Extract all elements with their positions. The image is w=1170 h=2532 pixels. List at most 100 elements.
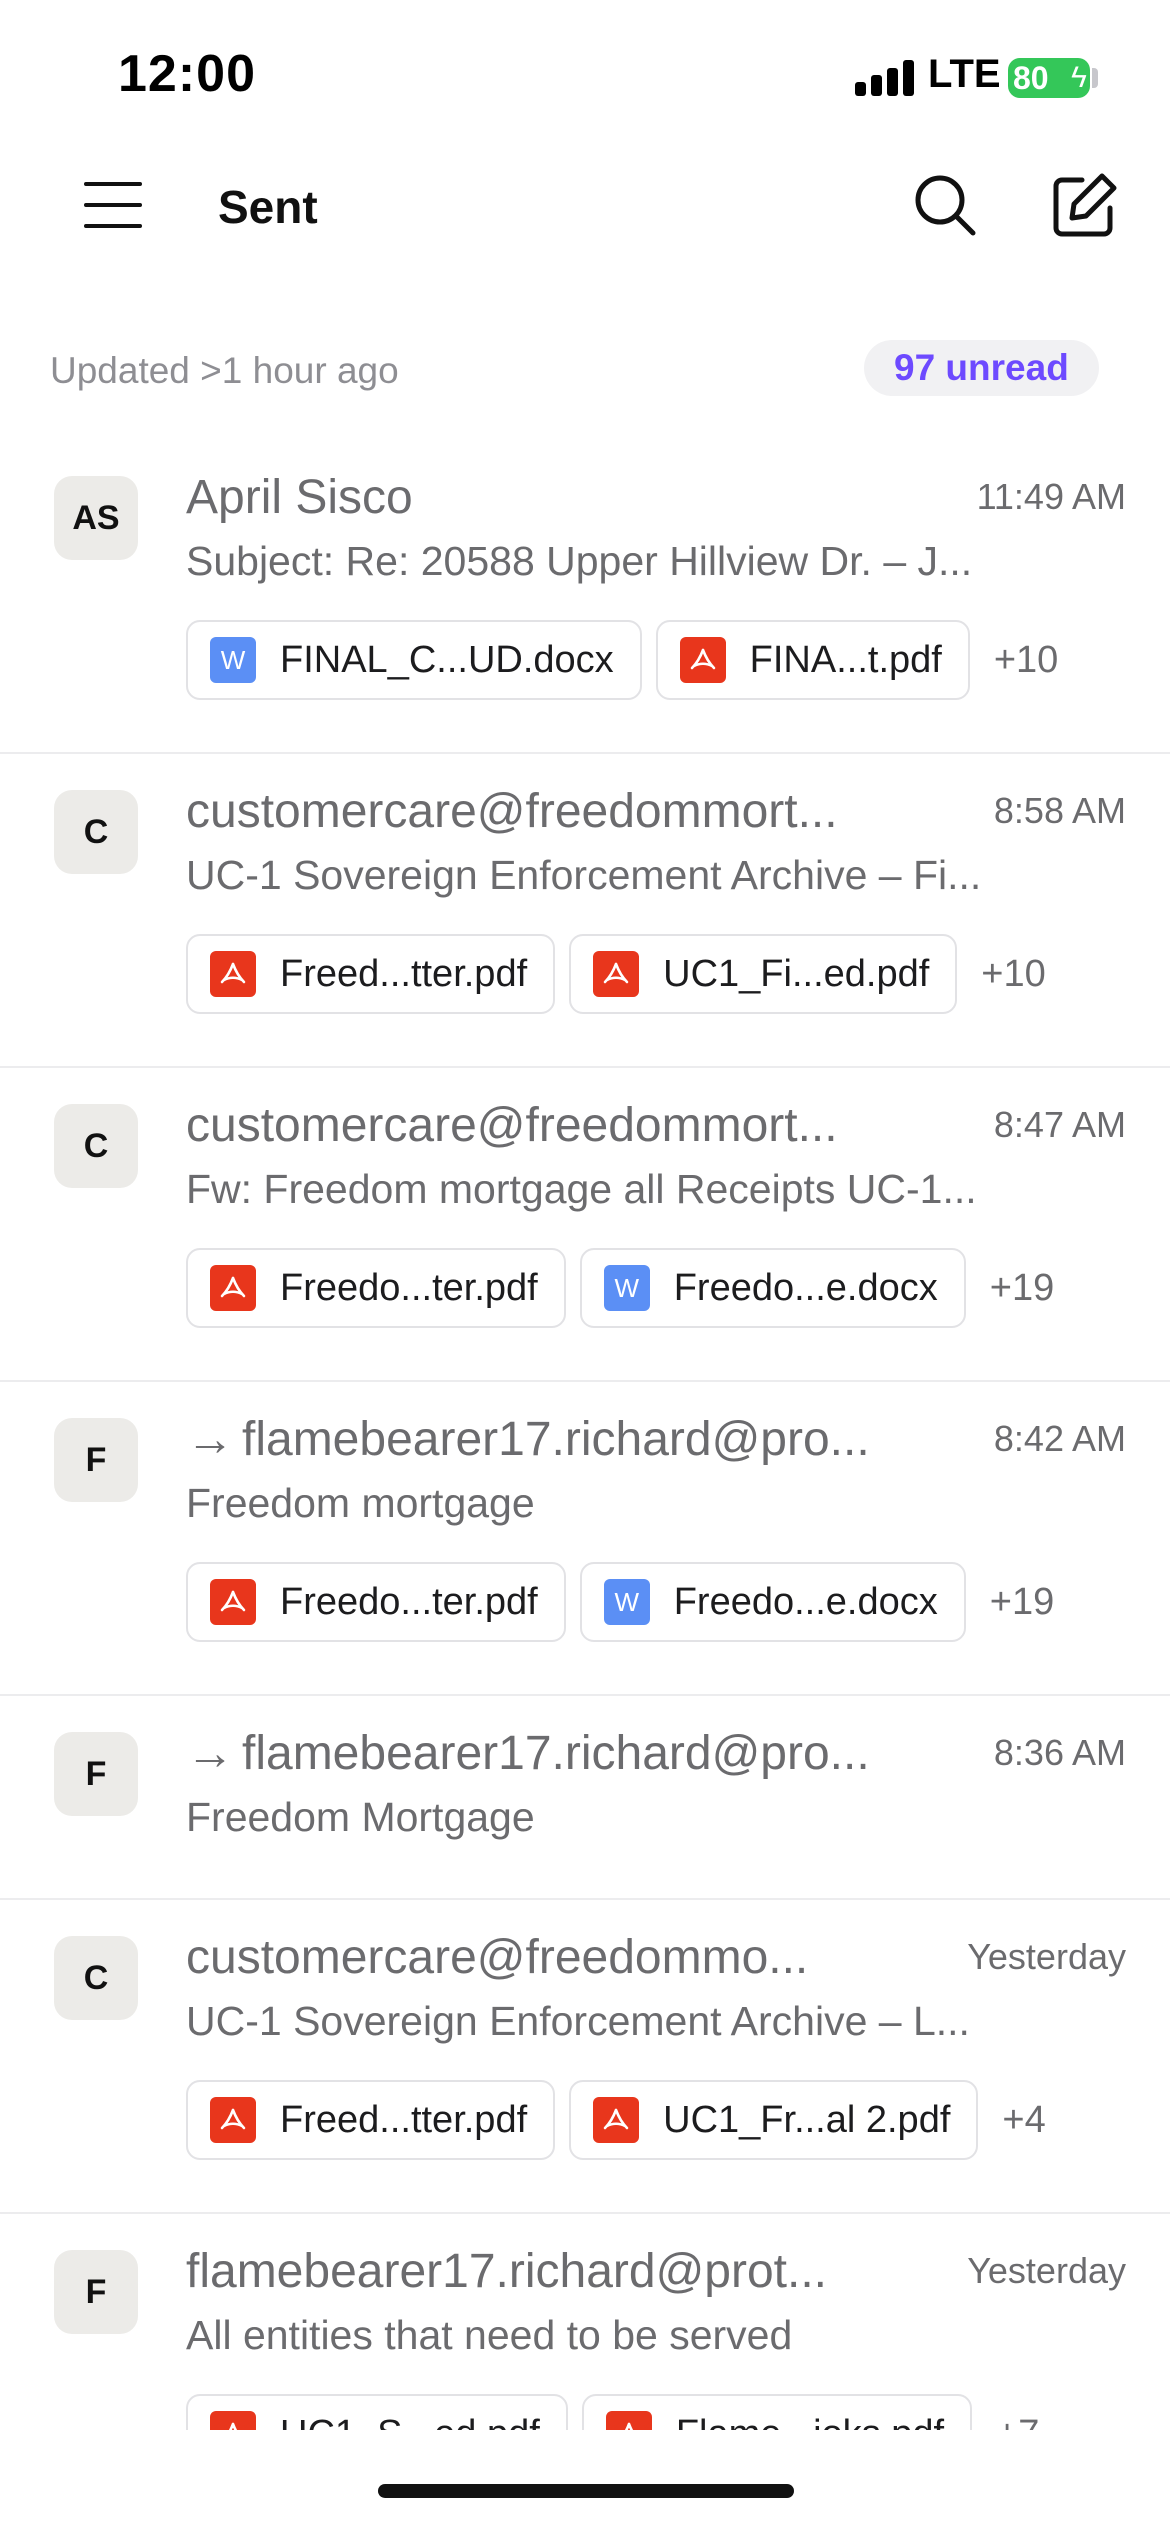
attachment-chip[interactable]: W FINAL_C...UD.docx [186, 620, 642, 700]
sender-text: flamebearer17.richard@pro... [242, 1413, 870, 1466]
pdf-file-icon [593, 951, 640, 997]
avatar: F [54, 2250, 138, 2334]
word-file-icon: W [603, 1579, 650, 1625]
attachment-name: UC1_Fr...al 2.pdf [663, 2098, 951, 2141]
sender-name: customercare@freedommort... [186, 785, 838, 838]
message-row[interactable]: AS April Sisco 11:49 AM Subject: Re: 20588 … [0, 440, 1170, 754]
sender-name: → flamebearer17.richard@pro... [186, 1412, 946, 1467]
attachment-chip[interactable]: Freed...tter.pdf [186, 934, 556, 1014]
message-row[interactable]: Ccustomercare@freedommort... 8:58 AM UC-1 … [0, 754, 1170, 1068]
pdf-file-icon [210, 1579, 256, 1625]
message-row[interactable]: Ccustomercare@freedommo... Yesterday UC-1 … [0, 1900, 1170, 2214]
page-title: Sent [218, 181, 318, 233]
pdf-file-icon [679, 637, 726, 683]
menu-icon [84, 182, 142, 228]
attachment-chip[interactable]: UC1_Fi...ed.pdf [569, 934, 958, 1014]
attachment-name: Freedo...ter.pdf [280, 1580, 538, 1623]
more-attachments-count[interactable]: +10 [981, 953, 1045, 996]
attachment-chip[interactable]: W Freedo...e.docx [579, 1248, 966, 1328]
more-attachments-count[interactable]: +4 [1002, 2099, 1045, 2142]
attachment-list: Freedo...ter.pdf W Freedo...e.docx +19 [186, 1248, 1054, 1328]
attachment-name: FINA...t.pdf [749, 638, 942, 681]
attachment-chip[interactable]: Freedo...ter.pdf [186, 1248, 566, 1328]
attachment-name: Freed...tter.pdf [280, 2098, 528, 2141]
attachment-chip[interactable]: UC1_S...ed.pdf [186, 2394, 568, 2430]
search-icon [915, 175, 976, 236]
more-attachments-count[interactable]: +10 [994, 639, 1058, 682]
forward-arrow-icon: → [186, 1727, 234, 1780]
compose-button[interactable] [1040, 160, 1130, 250]
battery-level: 80 [1013, 60, 1049, 96]
attachment-name: FINAL_C...UD.docx [280, 638, 614, 681]
compose-icon [1053, 173, 1117, 237]
message-time: 11:49 AM [976, 476, 1126, 517]
pdf-file-icon [210, 951, 256, 997]
avatar: C [54, 1936, 138, 2020]
pdf-file-icon [593, 2097, 640, 2143]
message-row[interactable]: F → flamebearer17.richard@pro... 8:42 AM Fre… [0, 1382, 1170, 1696]
message-time: 8:42 AM [993, 1418, 1126, 1459]
message-time: Yesterday [967, 2250, 1126, 2291]
attachment-list: Freed...tter.pdf UC1_Fi...ed.pdf +10 [186, 934, 1046, 1014]
pdf-file-icon [210, 1265, 256, 1311]
attachment-name: Freed...tter.pdf [280, 952, 528, 995]
sender-name: customercare@freedommo... [186, 1931, 809, 1984]
sender-name: flamebearer17.richard@prot... [186, 2245, 828, 2298]
pdf-file-icon [210, 2411, 256, 2430]
attachment-name: Freedo...ter.pdf [280, 1266, 538, 1309]
battery-icon: 80 ϟ [1008, 58, 1090, 98]
attachment-name: Flame...ioks.pdf [676, 2413, 944, 2431]
message-subject: UC-1 Sovereign Enforcement Archive – Fi.… [186, 852, 982, 898]
attachment-chip[interactable]: W Freedo...e.docx [579, 1562, 966, 1642]
last-updated-text: Updated >1 hour ago [50, 350, 399, 391]
message-row[interactable]: Fflamebearer17.richard@prot... Yesterday A… [0, 2214, 1170, 2430]
home-indicator [378, 2484, 794, 2498]
network-type: LTE [928, 52, 1001, 96]
message-subject: Subject: Re: 20588 Upper Hillview Dr. – … [186, 538, 973, 584]
forward-arrow-icon: → [186, 1413, 234, 1466]
avatar: C [54, 790, 138, 874]
avatar: C [54, 1104, 138, 1188]
message-subject: UC-1 Sovereign Enforcement Archive – L..… [186, 1998, 970, 2044]
search-button[interactable] [900, 160, 990, 250]
attachment-list: Freed...tter.pdf UC1_Fr...al 2.pdf +4 [186, 2080, 1046, 2160]
menu-button[interactable] [68, 160, 158, 250]
avatar: AS [54, 476, 138, 560]
attachment-list: UC1_S...ed.pdf Flame...ioks.pdf +7 [186, 2394, 1039, 2430]
message-row[interactable]: F → flamebearer17.richard@pro... 8:36 AM Fre… [0, 1696, 1170, 1900]
message-subject: Fw: Freedom mortgage all Receipts UC-1..… [186, 1166, 977, 1212]
status-bar: 12:00 LTE 80 ϟ [0, 0, 1170, 140]
battery-tip [1092, 68, 1098, 88]
sender-name: customercare@freedommort... [186, 1099, 838, 1152]
attachment-chip[interactable]: Flame...ioks.pdf [581, 2394, 973, 2431]
attachment-chip[interactable]: FINA...t.pdf [655, 620, 970, 700]
status-time: 12:00 [118, 45, 256, 103]
sender-name: April Sisco [186, 471, 413, 524]
message-row[interactable]: Ccustomercare@freedommort... 8:47 AM Fw: F… [0, 1068, 1170, 1382]
more-attachments-count[interactable]: +7 [996, 2413, 1039, 2431]
attachment-chip[interactable]: UC1_Fr...al 2.pdf [569, 2080, 979, 2160]
unread-count-badge[interactable]: 97 unread [864, 340, 1099, 396]
avatar: F [54, 1732, 138, 1816]
message-list[interactable]: AS April Sisco 11:49 AM Subject: Re: 20588 … [0, 440, 1170, 2430]
cellular-signal-icon [855, 60, 917, 96]
sender-name: → flamebearer17.richard@pro... [186, 1726, 946, 1781]
word-file-icon: W [603, 1265, 650, 1311]
message-time: 8:58 AM [993, 790, 1126, 831]
message-subject: Freedom mortgage [186, 1480, 535, 1526]
attachment-chip[interactable]: Freed...tter.pdf [186, 2080, 556, 2160]
attachment-chip[interactable]: Freedo...ter.pdf [186, 1562, 566, 1642]
more-attachments-count[interactable]: +19 [990, 1581, 1054, 1624]
attachment-name: UC1_S...ed.pdf [280, 2413, 540, 2431]
charging-bolt-icon: ϟ [1071, 61, 1087, 94]
pdf-file-icon [605, 2411, 652, 2430]
more-attachments-count[interactable]: +19 [990, 1267, 1054, 1310]
avatar: F [54, 1418, 138, 1502]
message-time: 8:36 AM [993, 1732, 1126, 1773]
attachment-name: Freedo...e.docx [673, 1266, 938, 1309]
word-file-icon: W [210, 637, 256, 683]
attachment-list: W FINAL_C...UD.docx FINA...t.pdf +10 [186, 620, 1058, 700]
sender-text: flamebearer17.richard@pro... [242, 1727, 870, 1780]
attachment-name: Freedo...e.docx [673, 1580, 938, 1623]
attachment-name: UC1_Fi...ed.pdf [663, 952, 930, 995]
